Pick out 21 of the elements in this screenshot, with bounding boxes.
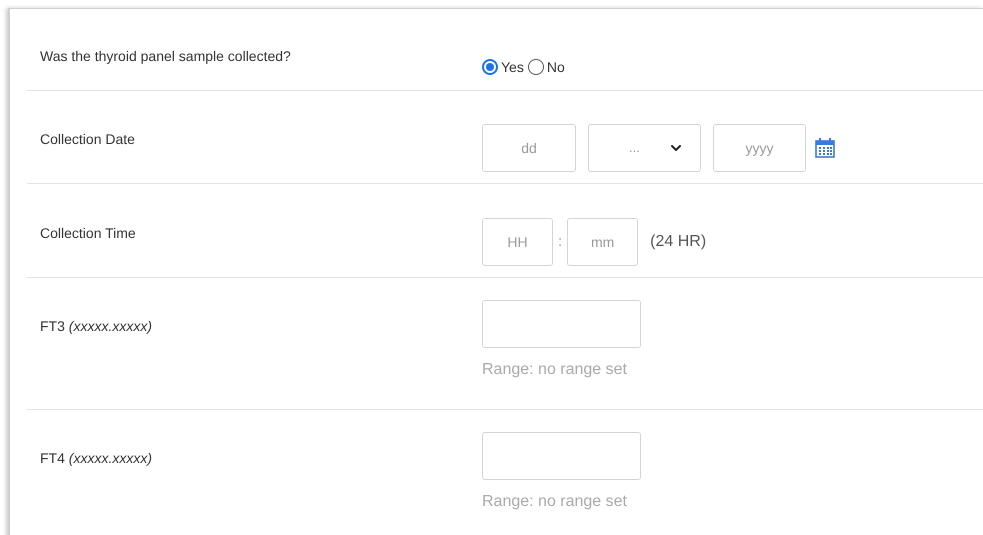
day-field[interactable]: dd bbox=[482, 124, 576, 172]
value-field[interactable] bbox=[482, 432, 641, 480]
range-hint: Range: no range set bbox=[482, 492, 628, 512]
year-field[interactable]: yyyy bbox=[713, 124, 806, 172]
hour-field[interactable]: HH bbox=[482, 218, 553, 266]
field-label: FT3 (xxxxx.xxxxx) bbox=[40, 318, 152, 334]
month-dropdown[interactable]: ... bbox=[588, 124, 701, 172]
field-label: Collection Date bbox=[40, 131, 135, 147]
radio-label: Yes bbox=[501, 58, 524, 76]
time-format-hint: (24 HR) bbox=[650, 232, 706, 252]
minute-field[interactable]: mm bbox=[567, 218, 638, 266]
radio-label: No bbox=[546, 58, 565, 76]
field-label: Was the thyroid panel sample collected? bbox=[40, 48, 291, 64]
radio-button[interactable] bbox=[482, 59, 498, 75]
field-label: Collection Time bbox=[40, 225, 136, 241]
time-separator: : bbox=[558, 232, 562, 252]
value-field[interactable] bbox=[482, 300, 641, 348]
field-label: FT4 (xxxxx.xxxxx) bbox=[40, 450, 152, 466]
calendar-icon[interactable] bbox=[814, 137, 836, 159]
radio-button[interactable] bbox=[528, 59, 544, 75]
range-hint: Range: no range set bbox=[482, 360, 628, 380]
